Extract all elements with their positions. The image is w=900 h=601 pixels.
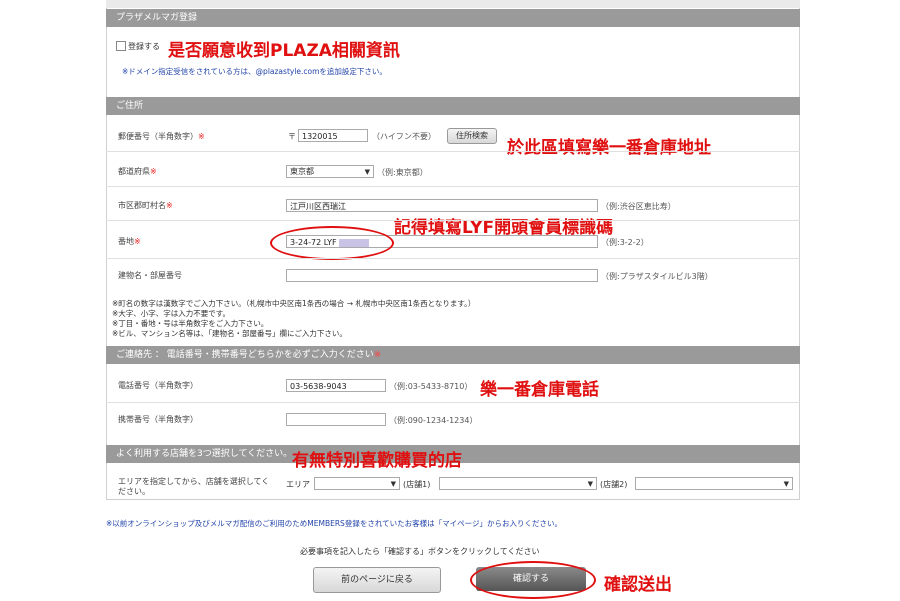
store2-label: (店舗2) xyxy=(600,480,628,489)
row-divider xyxy=(106,402,800,403)
building-input[interactable] xyxy=(286,269,598,282)
row-divider xyxy=(106,258,800,259)
annotation-store: 有無特別喜歡購買的店 xyxy=(292,451,462,471)
address-search-button[interactable]: 住所検索 xyxy=(447,128,497,144)
magazine-note: ※ドメイン指定受信をされている方は、@plazastyle.comを追加設定下さ… xyxy=(122,67,387,76)
annotation-address-area: 於此區填寫樂一番倉庫地址 xyxy=(507,138,711,158)
members-note: ※以前オンラインショップ及びメルマガ配信のご利用のためMEMBERS登録をされて… xyxy=(106,519,562,528)
back-button[interactable]: 前のページに戻る xyxy=(313,567,441,593)
city-label: 市区郡町村名※ xyxy=(118,201,173,210)
form-frame-left xyxy=(106,0,107,500)
postal-label: 郵便番号（半角数字）※ xyxy=(118,132,205,141)
phone-label: 電話番号（半角数字） xyxy=(118,381,198,390)
mobile-label: 携帯番号（半角数字） xyxy=(118,415,198,424)
building-hint: （例:プラザスタイルビル3階） xyxy=(601,272,713,281)
magazine-checkbox-label: 登録する xyxy=(128,42,160,51)
contact-section-header: ご連絡先 ： 電話番号・携帯番号どちらかを必ずご入力ください※ xyxy=(106,346,800,364)
row-divider xyxy=(106,186,800,187)
city-hint: （例:渋谷区恵比寿） xyxy=(601,202,676,211)
annotation-magazine: 是否願意收到PLAZA相關資訊 xyxy=(168,41,400,61)
form-bottom-border xyxy=(106,499,800,500)
city-input[interactable]: 江戸川区西瑞江 xyxy=(286,199,598,212)
mobile-input[interactable] xyxy=(286,413,386,426)
area-label: エリア xyxy=(286,480,310,489)
building-label: 建物名・部屋番号 xyxy=(118,271,182,280)
store1-select[interactable]: ▼ xyxy=(439,477,597,490)
phone-hint: （例:03-5433-8710） xyxy=(389,382,473,391)
submit-instruction: 必要事項を記入したら「確認する」ボタンをクリックしてください xyxy=(300,547,540,556)
annotation-circle-street xyxy=(270,226,394,260)
magazine-section-header: プラザメルマガ登録 xyxy=(106,9,800,27)
prefecture-select[interactable]: 東京都 ▼ xyxy=(286,165,374,178)
prefecture-label: 都道府県※ xyxy=(118,167,157,176)
store2-select[interactable]: ▼ xyxy=(635,477,793,490)
form-frame-right xyxy=(799,0,800,500)
postal-hint: （ハイフン不要） xyxy=(372,132,436,141)
street-hint: （例:3-2-2） xyxy=(601,238,649,247)
magazine-checkbox[interactable] xyxy=(116,41,126,51)
postal-prefix: 〒 xyxy=(288,132,296,141)
store1-label: (店舗1) xyxy=(403,480,431,489)
row-divider xyxy=(106,151,800,152)
address-note: ※ビル、マンション名等は、「建物名・部屋番号」欄にご入力下さい。 xyxy=(112,329,347,338)
annotation-circle-confirm xyxy=(470,561,596,599)
area-select[interactable]: ▼ xyxy=(314,477,400,490)
top-band xyxy=(106,0,800,8)
street-label: 番地※ xyxy=(118,237,141,246)
address-section-header: ご住所 xyxy=(106,97,800,115)
postal-input[interactable]: 1320015 xyxy=(298,129,368,142)
annotation-confirm: 確認送出 xyxy=(604,575,672,595)
store-label: エリアを指定してから、店舗を選択してください。 xyxy=(118,477,270,496)
prefecture-hint: （例:東京都） xyxy=(377,168,428,177)
mobile-hint: （例:090-1234-1234） xyxy=(389,416,478,425)
annotation-phone: 樂一番倉庫電話 xyxy=(480,380,599,400)
row-divider xyxy=(106,220,800,221)
phone-input[interactable]: 03-5638-9043 xyxy=(286,379,386,392)
